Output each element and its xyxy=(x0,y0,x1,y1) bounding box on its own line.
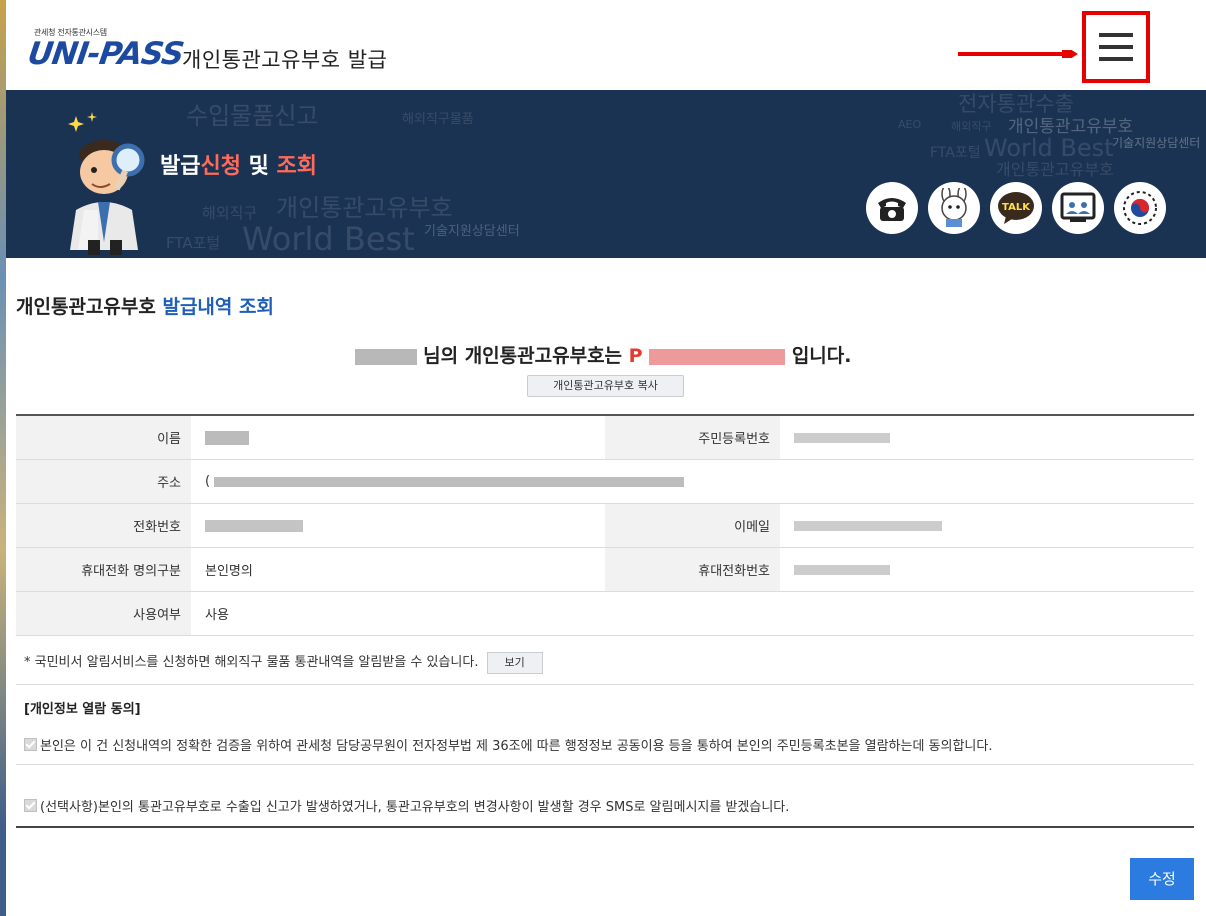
section-title: 개인통관고유부호 발급내역 조회 xyxy=(16,292,274,319)
banner-title-part: 발급 xyxy=(160,154,201,179)
red-arrow-annotation xyxy=(958,50,1078,58)
consent-text: 본인은 이 건 신청내역의 정확한 검증을 위하여 관세청 담당공무원이 전자정… xyxy=(40,739,993,754)
banner-wordcloud-text: 기술지원상담센터 xyxy=(1112,136,1201,150)
mobile-type-value: 본인명의 xyxy=(191,547,605,592)
remote-support-icon[interactable] xyxy=(1052,182,1104,234)
mascot-icon[interactable] xyxy=(928,182,980,234)
notification-note: * 국민비서 알림서비스를 신청하면 해외직구 물품 통관내역을 알림받을 수 … xyxy=(24,651,543,674)
sms-consent-checkbox[interactable] xyxy=(24,799,37,812)
copy-code-button[interactable]: 개인통관고유부호 복사 xyxy=(527,375,684,397)
banner-wordcloud-text: 기술지원상담센터 xyxy=(424,224,520,239)
email-label: 이메일 xyxy=(605,503,780,548)
rrn-label: 주민등록번호 xyxy=(605,415,780,460)
mobile-type-label: 휴대전화 명의구분 xyxy=(16,547,191,592)
character-illustration xyxy=(68,112,145,255)
masked-value xyxy=(794,520,942,531)
masked-value xyxy=(205,519,303,532)
page-header: 관세청 전자통관시스템 UNI-PASS 개인통관고유부호 발급 xyxy=(6,0,1206,90)
usage-value: 사용 xyxy=(191,591,1194,636)
banner-wordcloud-text: 해외직구 xyxy=(202,204,258,222)
address-prefix: ( xyxy=(205,474,211,489)
divider xyxy=(16,826,1194,828)
hamburger-menu-button[interactable] xyxy=(1082,11,1150,83)
result-text: 입니다. xyxy=(785,345,852,367)
phone-label: 전화번호 xyxy=(16,503,191,548)
masked-value xyxy=(794,564,890,575)
section-title-part: 개인통관고유부호 xyxy=(16,296,163,318)
table-row: 휴대전화 명의구분 본인명의 휴대전화번호 xyxy=(16,547,1194,592)
view-button[interactable]: 보기 xyxy=(486,651,543,674)
banner-wordcloud-text: AEO xyxy=(898,118,922,131)
page-title: 개인통관고유부호 발급 xyxy=(182,48,388,72)
masked-value xyxy=(205,430,249,445)
hero-banner: 수입물품신고 해외직구물품 전자통관수출 개인통관고유부호 AEO 해외직구 F… xyxy=(6,90,1206,258)
banner-wordcloud-text: 해외직구 xyxy=(951,120,992,133)
menu-bar-icon xyxy=(1099,33,1133,37)
rrn-value xyxy=(780,415,1194,460)
consent-title: [개인정보 열람 동의] xyxy=(24,702,141,717)
talk-label: TALK xyxy=(1002,202,1031,213)
phone-value xyxy=(191,503,605,548)
menu-bar-icon xyxy=(1099,57,1133,61)
banner-wordcloud-text: 수입물품신고 xyxy=(186,102,319,130)
banner-title-part: 신청 xyxy=(200,154,241,179)
phone-icon[interactable] xyxy=(866,182,918,234)
name-label: 이름 xyxy=(16,415,191,460)
banner-wordcloud-text: 개인통관고유부호 xyxy=(996,160,1114,179)
consent-checkbox[interactable] xyxy=(24,738,37,751)
note-text: * 국민비서 알림서비스를 신청하면 해외직구 물품 통관내역을 알림받을 수 … xyxy=(24,655,479,670)
banner-wordcloud-text: 해외직구물품 xyxy=(402,112,474,127)
mobile-label: 휴대전화번호 xyxy=(605,547,780,592)
section-title-part: 발급내역 조회 xyxy=(162,296,274,318)
masked-name xyxy=(354,348,417,365)
customs-code-prefix: P xyxy=(628,345,643,367)
divider xyxy=(16,764,1194,765)
customs-code-result: 님의 개인통관고유부호는 P 입니다. xyxy=(0,341,1206,368)
table-row: 사용여부 사용 xyxy=(16,591,1194,636)
personal-info-table: 이름 주민등록번호 주소 ( 전화번호 이메일 휴대전화 명의구분 본인명의 휴… xyxy=(16,414,1194,636)
banner-title-part: 및 xyxy=(240,154,277,179)
consent-item: 본인은 이 건 신청내역의 정확한 검증을 위하여 관세청 담당공무원이 전자정… xyxy=(24,735,992,754)
consent-item: (선택사항)본인의 통관고유부호로 수출입 신고가 발생하였거나, 통관고유부호… xyxy=(24,796,789,815)
divider xyxy=(16,684,1194,685)
table-row: 전화번호 이메일 xyxy=(16,503,1194,548)
banner-wordcloud-text: FTA포털 xyxy=(930,145,981,161)
kakao-talk-icon[interactable]: TALK xyxy=(990,182,1042,234)
banner-title: 발급신청 및 조회 xyxy=(160,148,317,180)
address-value: ( xyxy=(191,459,1194,504)
quick-icon-row: TALK xyxy=(866,182,1166,234)
banner-wordcloud-text: FTA포털 xyxy=(166,234,221,252)
menu-bar-icon xyxy=(1099,45,1133,49)
banner-wordcloud-text: World Best xyxy=(242,220,415,258)
masked-value xyxy=(794,432,890,443)
result-text: 님의 개인통관고유부호는 xyxy=(416,345,629,367)
email-value xyxy=(780,503,1194,548)
address-label: 주소 xyxy=(16,459,191,504)
name-value xyxy=(191,415,605,460)
table-row: 이름 주민등록번호 xyxy=(16,415,1194,460)
unipass-logo[interactable]: UNI-PASS xyxy=(25,36,185,72)
government-emblem-icon[interactable] xyxy=(1114,182,1166,234)
masked-value xyxy=(214,476,685,487)
edit-button[interactable]: 수정 xyxy=(1130,858,1194,900)
table-row: 주소 ( xyxy=(16,459,1194,504)
banner-title-part: 조회 xyxy=(276,154,318,179)
usage-label: 사용여부 xyxy=(16,591,191,636)
consent-text: (선택사항)본인의 통관고유부호로 수출입 신고가 발생하였거나, 통관고유부호… xyxy=(40,800,790,815)
mobile-value xyxy=(780,547,1194,592)
banner-wordcloud-text: 개인통관고유부호 xyxy=(276,194,453,222)
masked-customs-code xyxy=(649,348,786,365)
